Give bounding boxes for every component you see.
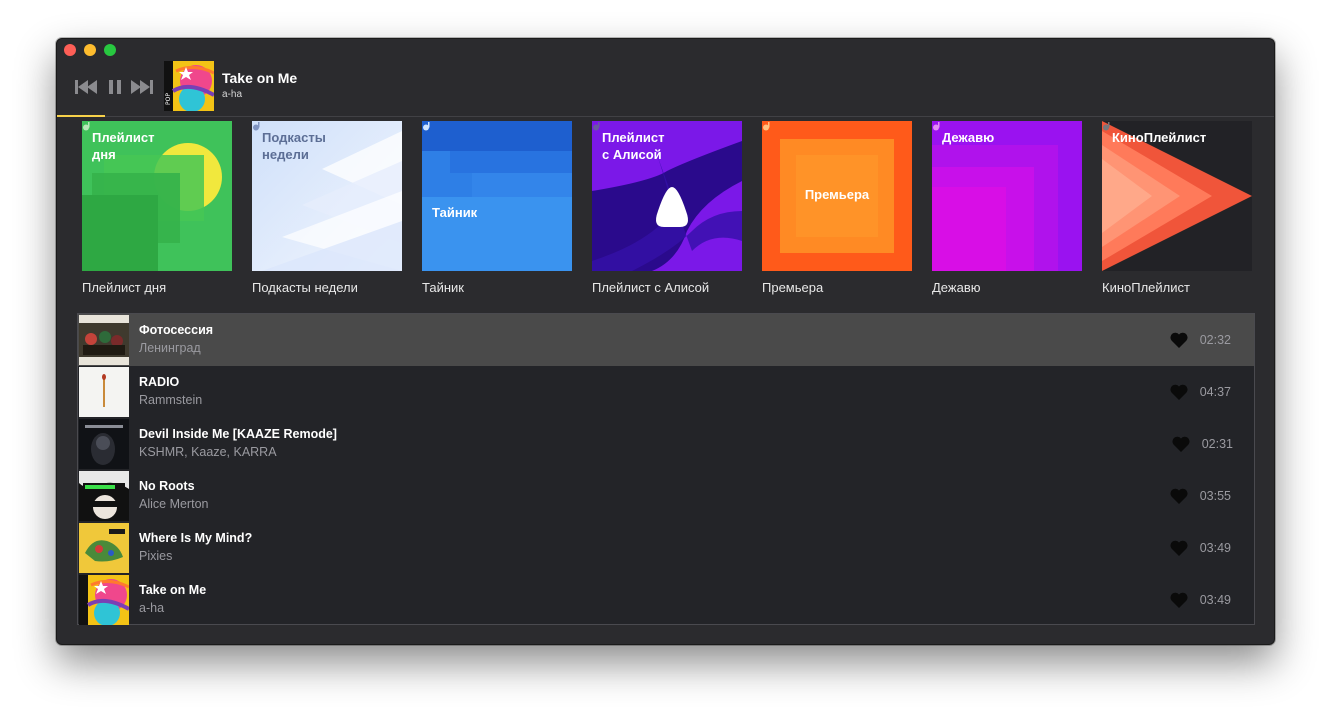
track-duration: 03:49 [1199, 593, 1231, 607]
heart-icon[interactable] [1169, 487, 1189, 505]
music-note-icon [83, 122, 90, 131]
playlist-card[interactable]: Подкасты недели Подкасты недели [252, 121, 402, 295]
track-row[interactable]: Фотосессия Ленинград 02:32 [78, 314, 1254, 366]
playlist-card[interactable]: Плейлист с Алисой Плейлист с Алисой [592, 121, 742, 295]
now-playing-artist: a-ha [222, 89, 243, 100]
playlist-cover: Подкасты недели [252, 121, 402, 271]
playlist-cover-title: КиноПлейлист [1112, 130, 1207, 145]
heart-icon[interactable] [1171, 435, 1191, 453]
now-playing-cover[interactable]: POP [164, 61, 215, 112]
track-duration: 02:31 [1201, 437, 1233, 451]
playlist-cover-title: Премьера [804, 187, 870, 202]
track-row[interactable]: Where Is My Mind? Pixies 03:49 [78, 522, 1254, 574]
pause-button[interactable] [109, 79, 121, 95]
now-playing-title: Take on Me [222, 70, 298, 86]
previous-track-icon [75, 80, 97, 94]
next-track-icon [131, 80, 153, 94]
heart-icon[interactable] [1169, 591, 1189, 609]
track-row[interactable]: Take on Me a-ha 03:49 [78, 574, 1254, 626]
track-row[interactable]: No Roots Alice Merton 03:55 [78, 470, 1254, 522]
music-note-icon [1103, 122, 1110, 131]
music-note-icon [593, 122, 600, 131]
track-cover [79, 575, 129, 625]
playback-progress[interactable] [57, 115, 105, 117]
playlist-label: Дежавю [932, 280, 981, 295]
playlist-label: КиноПлейлист [1102, 280, 1190, 295]
track-cover [79, 471, 129, 521]
playlist-cover: Плейлист с Алисой [592, 121, 742, 271]
track-title: RADIO [139, 375, 180, 389]
track-row[interactable]: Devil Inside Me [KAAZE Remode] KSHMR, Ka… [78, 418, 1254, 470]
playlist-cover-title: Дежавю [942, 130, 995, 145]
app-window: POP Take on Me a-ha Плейлист дня Плейлис… [56, 38, 1275, 645]
music-note-icon [763, 122, 770, 131]
track-artist: Pixies [139, 549, 173, 563]
playlist-row: Плейлист дня Плейлист дня Подкасты недел… [82, 121, 1252, 295]
playlist-label: Премьера [762, 280, 824, 295]
playlist-label: Подкасты недели [252, 280, 358, 295]
playlist-cover: КиноПлейлист [1102, 121, 1252, 271]
svg-text:POP: POP [165, 93, 172, 105]
track-cover [79, 367, 129, 417]
playlist-card[interactable]: КиноПлейлист КиноПлейлист [1102, 121, 1252, 295]
track-title: Where Is My Mind? [139, 531, 253, 545]
track-duration: 02:32 [1199, 333, 1231, 347]
track-artist: Rammstein [139, 393, 203, 407]
playlist-cover-title: Плейлист дня [92, 130, 155, 162]
playlist-cover: Дежавю [932, 121, 1082, 271]
playlist-label: Тайник [422, 280, 464, 295]
playlist-cover: Плейлист дня [82, 121, 232, 271]
track-artist: Alice Merton [139, 497, 209, 511]
track-duration: 03:49 [1199, 541, 1231, 555]
playlist-label: Плейлист с Алисой [592, 280, 710, 295]
next-button[interactable] [131, 79, 155, 95]
music-note-icon [933, 122, 940, 131]
track-title: Take on Me [139, 583, 207, 597]
heart-icon[interactable] [1169, 331, 1189, 349]
playlist-cover: Премьера [762, 121, 912, 271]
track-artist: KSHMR, Kaaze, KARRA [139, 445, 277, 459]
playback-controls [75, 79, 155, 95]
playlist-cover: Тайник [422, 121, 572, 271]
track-cover [79, 523, 129, 573]
previous-button[interactable] [75, 79, 99, 95]
playlist-cover-title: Тайник [432, 205, 478, 220]
heart-icon[interactable] [1169, 539, 1189, 557]
track-cover [79, 315, 129, 365]
playlist-card[interactable]: Дежавю Дежавю [932, 121, 1082, 295]
player-bar: POP Take on Me a-ha [57, 39, 1274, 117]
track-artist: a-ha [139, 601, 165, 615]
track-artist: Ленинград [139, 341, 201, 355]
music-note-icon [423, 122, 430, 131]
playlist-cover-title: Подкасты недели [262, 130, 326, 162]
track-title: Фотосессия [139, 323, 214, 337]
playlist-card[interactable]: Тайник Тайник [422, 121, 572, 295]
music-note-icon [253, 122, 260, 131]
track-duration: 03:55 [1199, 489, 1231, 503]
track-duration: 04:37 [1199, 385, 1231, 399]
track-title: No Roots [139, 479, 195, 493]
playlist-card[interactable]: Премьера Премьера [762, 121, 912, 295]
track-row[interactable]: RADIO Rammstein 04:37 [78, 366, 1254, 418]
pause-icon [109, 80, 121, 94]
playlist-label: Плейлист дня [82, 280, 167, 295]
playlist-card[interactable]: Плейлист дня Плейлист дня [82, 121, 232, 295]
playlist-cover-title: Плейлист с Алисой [602, 130, 665, 162]
track-cover [79, 419, 129, 469]
track-title: Devil Inside Me [KAAZE Remode] [139, 427, 337, 441]
heart-icon[interactable] [1169, 383, 1189, 401]
track-list: Фотосессия Ленинград 02:32 RADIO Rammste… [77, 313, 1255, 625]
